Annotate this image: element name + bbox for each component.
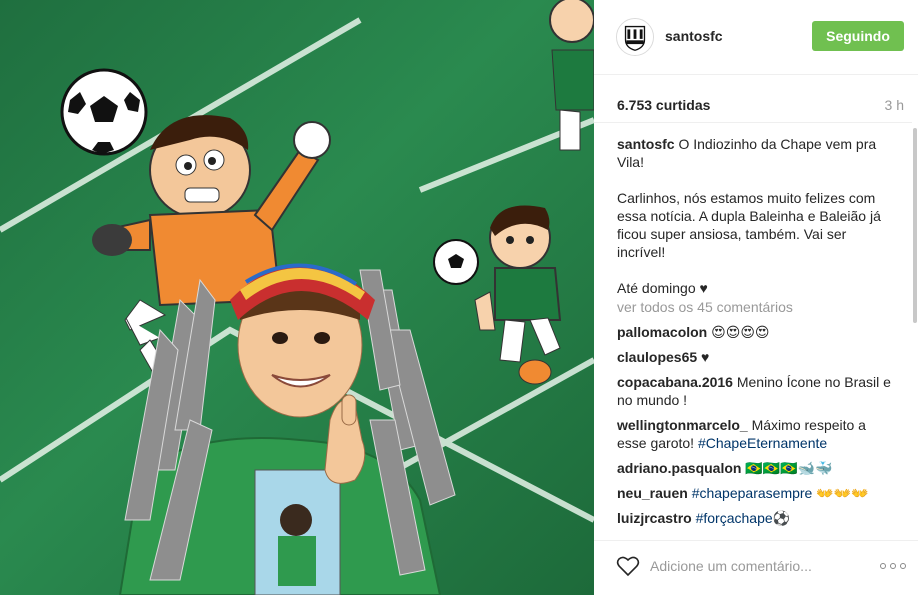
dot-icon bbox=[890, 563, 896, 569]
comment-item: neu_rauen #chapeparasempre 👐👐👐 bbox=[617, 484, 898, 502]
comment-item: pallomacolon 😍😍😍😍 bbox=[617, 323, 898, 341]
comments-scrollbar[interactable] bbox=[913, 128, 917, 323]
comment-text: 👐👐👐 bbox=[816, 485, 869, 501]
soccer-ball-left bbox=[60, 68, 148, 156]
comment-item: wellingtonmarcelo_ Máximo respeito a ess… bbox=[617, 416, 898, 452]
post-meta: 6.753 curtidas 3 h bbox=[594, 75, 918, 120]
comment-item: copacabana.2016 Menino Ícone no Brasil e… bbox=[617, 373, 898, 409]
comment-author[interactable]: luizjrcastro bbox=[617, 510, 692, 526]
comments-list[interactable]: santosfc O Indiozinho da Chape vem pra V… bbox=[594, 122, 912, 528]
following-button[interactable]: Seguindo bbox=[812, 21, 904, 51]
comment-author[interactable]: claulopes65 bbox=[617, 349, 697, 365]
post-username[interactable]: santosfc bbox=[665, 28, 723, 44]
add-comment-input[interactable] bbox=[650, 555, 870, 577]
photo-illustration bbox=[0, 0, 594, 595]
instagram-post: santosfc Seguindo 6.753 curtidas 3 h san… bbox=[0, 0, 918, 595]
post-footer bbox=[594, 540, 918, 595]
post-photo[interactable] bbox=[0, 0, 594, 595]
avatar[interactable] bbox=[616, 18, 654, 56]
comment-author[interactable]: wellingtonmarcelo_ bbox=[617, 417, 748, 433]
comment-item: adriano.pasqualon 🇧🇷🇧🇷🇧🇷🐋🐳 bbox=[617, 459, 898, 477]
dot-icon bbox=[880, 563, 886, 569]
heart-icon[interactable] bbox=[616, 555, 640, 577]
caption-author[interactable]: santosfc bbox=[617, 136, 675, 152]
comment-text: 😍😍😍😍 bbox=[711, 324, 770, 340]
comment-author[interactable]: adriano.pasqualon bbox=[617, 460, 741, 476]
comment-hashtag[interactable]: #chapeparasempre bbox=[692, 485, 813, 501]
santos-crest-icon bbox=[617, 19, 653, 55]
post-header: santosfc Seguindo bbox=[594, 0, 918, 75]
comment-text: ⚽ bbox=[772, 510, 791, 526]
caption-paragraph-2: Carlinhos, nós estamos muito felizes com… bbox=[617, 190, 881, 260]
view-all-comments-link[interactable]: ver todos os 45 comentários bbox=[617, 298, 898, 316]
likes-count[interactable]: 6.753 curtidas bbox=[617, 97, 710, 113]
post-details-panel: santosfc Seguindo 6.753 curtidas 3 h san… bbox=[594, 0, 918, 595]
comment-item: luizjrcastro #forçachape⚽ bbox=[617, 509, 898, 527]
comment-author[interactable]: neu_rauen bbox=[617, 485, 688, 501]
caption-paragraph-3: Até domingo ♥ bbox=[617, 280, 708, 296]
more-options-icon[interactable] bbox=[880, 555, 906, 577]
comment-hashtag[interactable]: #forçachape bbox=[696, 510, 773, 526]
caption: santosfc O Indiozinho da Chape vem pra V… bbox=[617, 135, 898, 171]
post-timestamp[interactable]: 3 h bbox=[885, 97, 904, 113]
comment-text: ♥ bbox=[701, 349, 710, 365]
comment-author[interactable]: pallomacolon bbox=[617, 324, 707, 340]
comment-item: claulopes65 ♥ bbox=[617, 348, 898, 366]
dot-icon bbox=[900, 563, 906, 569]
comment-text: 🇧🇷🇧🇷🇧🇷🐋🐳 bbox=[745, 460, 833, 476]
comment-author[interactable]: copacabana.2016 bbox=[617, 374, 733, 390]
comment-hashtag[interactable]: #ChapeEternamente bbox=[698, 435, 827, 451]
